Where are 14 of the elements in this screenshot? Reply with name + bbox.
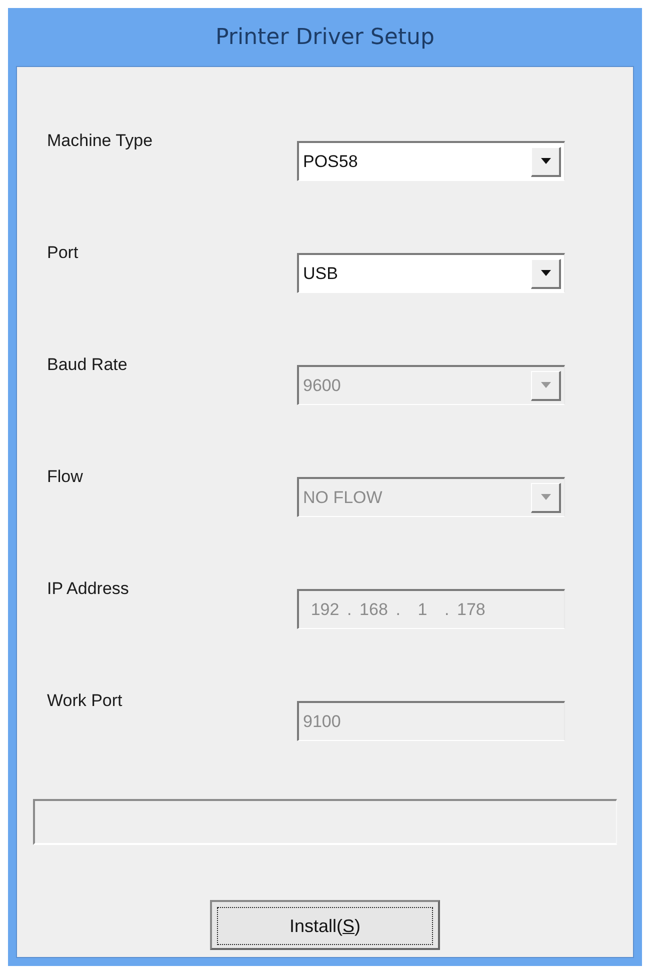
- install-button[interactable]: Install(S): [210, 900, 440, 950]
- dropdown[interactable]: USB: [297, 253, 565, 293]
- field-label: Port: [47, 242, 78, 263]
- caret-icon: [540, 158, 550, 164]
- dropdown[interactable]: POS58: [297, 141, 565, 181]
- field-label: Machine Type: [47, 130, 153, 151]
- caret-icon: [540, 270, 550, 276]
- field-label: Baud Rate: [47, 354, 128, 375]
- field-label: IP Address: [47, 578, 129, 599]
- window-title: Printer Driver Setup: [216, 24, 434, 50]
- caret-icon: [540, 494, 550, 500]
- field-label: Flow: [47, 466, 83, 487]
- field-label: Work Port: [47, 690, 122, 711]
- caret-icon: [540, 382, 550, 388]
